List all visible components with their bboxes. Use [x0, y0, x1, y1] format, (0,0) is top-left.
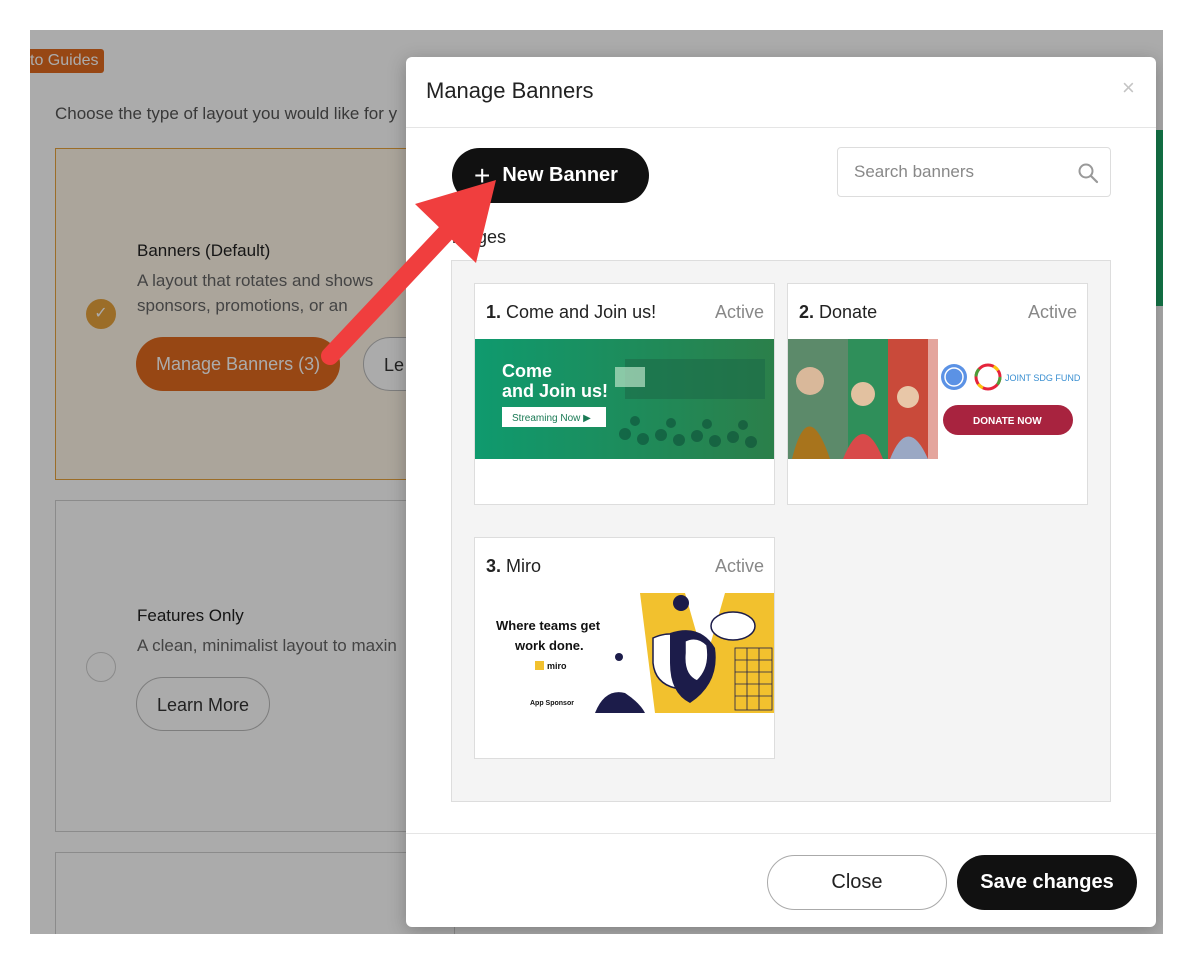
banner-thumbnail: Come and Join us! Streaming Now ▶	[475, 339, 774, 459]
close-button[interactable]: Close	[767, 855, 947, 910]
banner-status: Active	[1027, 302, 1077, 322]
search-icon[interactable]	[1076, 161, 1100, 185]
app-frame: to Guides Choose the type of layout you …	[30, 30, 1163, 934]
banner-title: 2. Donate	[799, 302, 878, 322]
save-changes-button[interactable]: Save changes	[957, 855, 1137, 910]
thumb-text: Come	[502, 361, 552, 381]
thumb-text: App Sponsor	[530, 700, 574, 707]
search-input[interactable]	[839, 149, 1059, 195]
banner-card[interactable]: 2. Donate Active JOINT SDG FUND DONATE N…	[787, 283, 1088, 505]
thumb-text: Where teams get	[496, 618, 601, 633]
banner-status: Active	[714, 556, 764, 576]
modal-header: Manage Banners ×	[406, 57, 1156, 128]
thumb-text: and Join us!	[502, 381, 608, 401]
modal-footer: Close Save changes	[406, 833, 1156, 927]
banner-thumbnail: Where teams get work done. miro App Spon…	[475, 593, 774, 713]
close-icon[interactable]: ×	[1122, 75, 1135, 101]
thumb-text: DONATE NOW	[973, 416, 1042, 427]
banner-grid: 1. Come and Join us! Active Come and Joi…	[451, 260, 1111, 802]
banner-card[interactable]: 1. Come and Join us! Active Come and Joi…	[474, 283, 775, 505]
manage-banners-modal: Manage Banners × + New Banner mages 1. C…	[406, 57, 1156, 927]
new-banner-label: New Banner	[502, 164, 618, 186]
thumb-text: Streaming Now ▶	[512, 413, 591, 424]
banner-title: 1. Come and Join us!	[486, 302, 657, 322]
new-banner-button[interactable]: + New Banner	[452, 148, 649, 203]
thumb-text: JOINT SDG FUND	[1005, 373, 1081, 383]
banner-thumbnail: JOINT SDG FUND DONATE NOW	[788, 339, 1087, 459]
thumb-text: miro	[547, 661, 567, 671]
search-box	[837, 147, 1111, 197]
plus-icon: +	[474, 159, 491, 191]
modal-title: Manage Banners	[426, 78, 594, 103]
banner-status: Active	[714, 302, 764, 322]
banner-card[interactable]: 3. Miro Active Where teams get work done…	[474, 537, 775, 759]
section-label-images: mages	[452, 227, 507, 247]
banner-title: 3. Miro	[486, 556, 542, 576]
thumb-text: work done.	[514, 638, 584, 653]
